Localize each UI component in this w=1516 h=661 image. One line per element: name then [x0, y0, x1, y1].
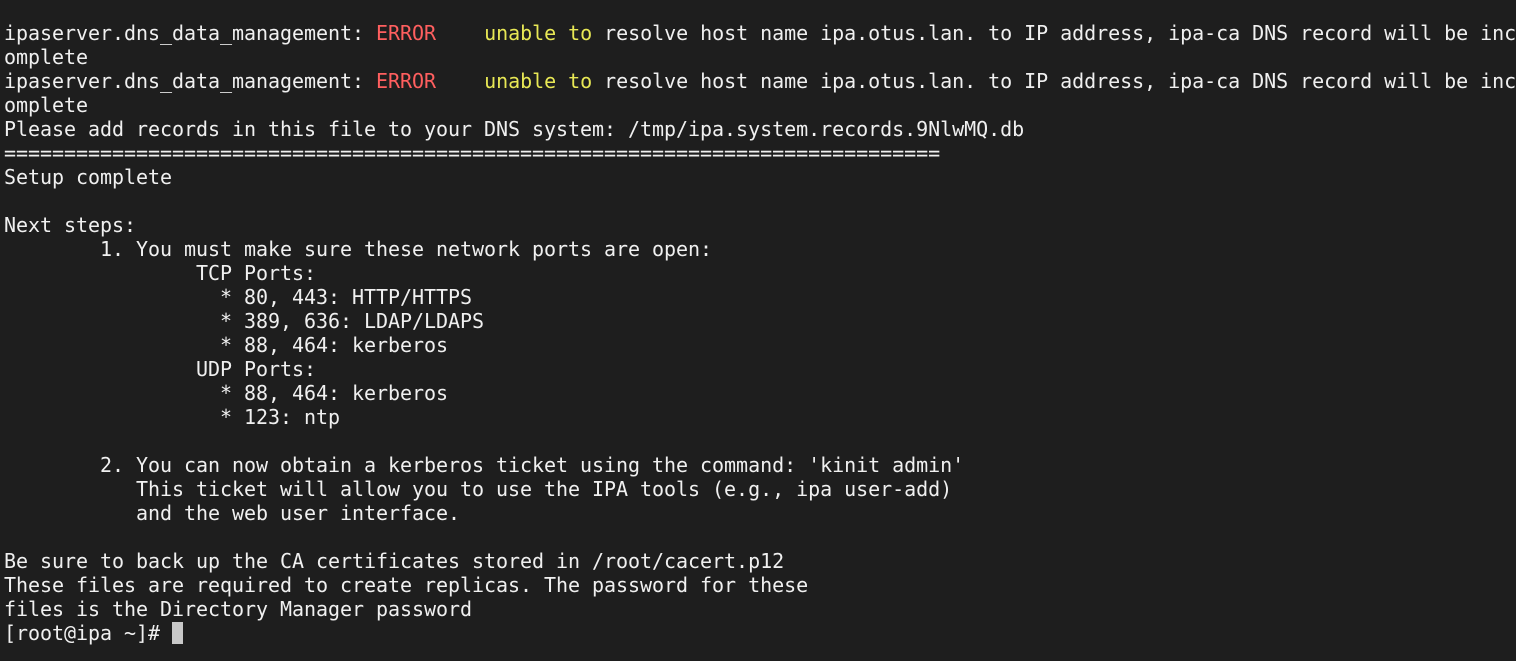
terminal-line: * 123: ntp [4, 405, 341, 429]
terminal-line: * 88, 464: kerberos [4, 381, 449, 405]
terminal-line: This ticket will allow you to use the IP… [4, 477, 953, 501]
terminal-line: * 80, 443: HTTP/HTTPS [4, 285, 473, 309]
terminal-line: omplete [4, 93, 89, 117]
terminal-line: 2. You can now obtain a kerberos ticket … [4, 453, 965, 477]
terminal-line: omplete [4, 45, 89, 69]
terminal-line: TCP Ports: [4, 261, 317, 285]
terminal-line: * 88, 464: kerberos [4, 333, 449, 357]
terminal-line: * 389, 636: LDAP/LDAPS [4, 309, 485, 333]
terminal-line: files is the Directory Manager password [4, 597, 473, 621]
error-level-label: ERROR [376, 69, 437, 93]
log-source: ipaserver.dns_data_management: [4, 21, 377, 45]
log-gap [436, 69, 484, 93]
warning-text: unable to [484, 69, 593, 93]
terminal-line: ipaserver.dns_data_management: ERROR una… [4, 69, 1516, 93]
terminal-window[interactable]: ipaserver.dns_data_management: ERROR una… [0, 0, 1516, 661]
terminal-line: Please add records in this file to your … [4, 117, 1025, 141]
terminal-output: ipaserver.dns_data_management: ERROR una… [4, 21, 1516, 621]
terminal-line: These files are required to create repli… [4, 573, 809, 597]
error-level-label: ERROR [376, 21, 437, 45]
terminal-line: Next steps: [4, 213, 137, 237]
warning-text: unable to [484, 21, 593, 45]
terminal-line: Setup complete [4, 165, 173, 189]
terminal-line: and the web user interface. [4, 501, 461, 525]
terminal-line: Be sure to back up the CA certificates s… [4, 549, 785, 573]
terminal-line: ========================================… [4, 141, 941, 165]
shell-prompt-line[interactable]: [root@ipa ~]# [4, 621, 1516, 645]
terminal-line: ipaserver.dns_data_management: ERROR una… [4, 21, 1516, 45]
log-source: ipaserver.dns_data_management: [4, 69, 377, 93]
text-cursor [172, 622, 184, 644]
log-gap [436, 21, 484, 45]
terminal-line: UDP Ports: [4, 357, 317, 381]
log-message: resolve host name ipa.otus.lan. to IP ad… [592, 69, 1516, 93]
terminal-line: 1. You must make sure these network port… [4, 237, 713, 261]
shell-prompt: [root@ipa ~]# [4, 621, 173, 645]
log-message: resolve host name ipa.otus.lan. to IP ad… [592, 21, 1516, 45]
